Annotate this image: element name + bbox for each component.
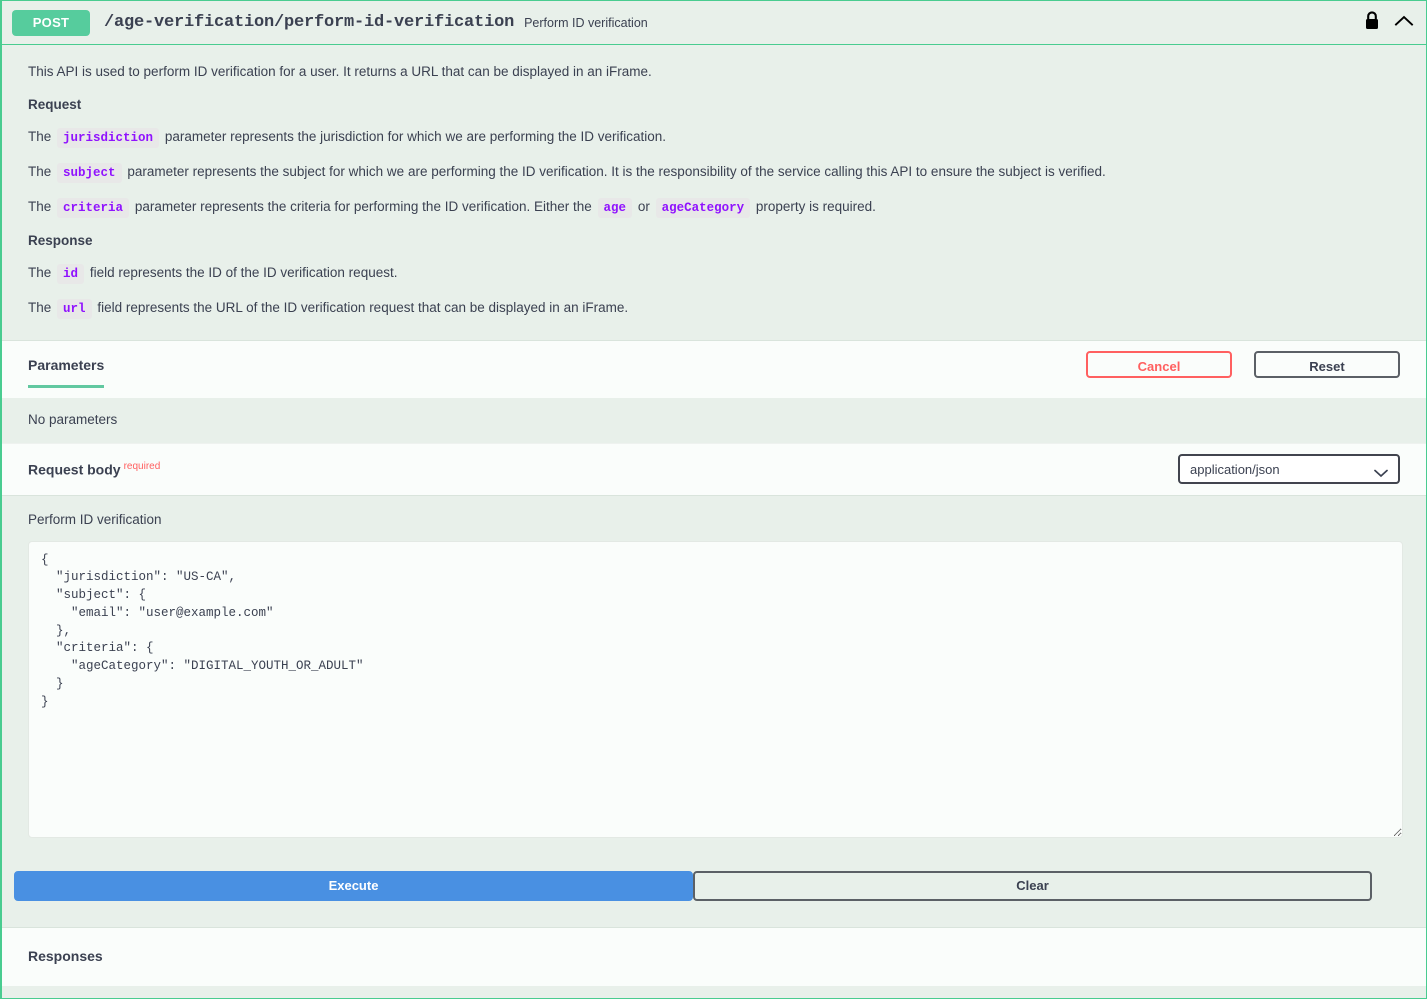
description-url-line: The url field represents the URL of the … (28, 298, 1400, 319)
code-subject: subject (57, 163, 122, 184)
description-response-heading: Response (28, 232, 93, 248)
execute-button-row: Execute Clear (2, 837, 1426, 927)
http-method-badge: POST (12, 9, 90, 36)
code-agecategory: ageCategory (655, 197, 751, 218)
operation-description: This API is used to perform ID verificat… (2, 45, 1426, 340)
description-intro: This API is used to perform ID verificat… (28, 64, 652, 79)
cancel-button[interactable]: Cancel (1086, 350, 1232, 378)
url-suffix: field represents the URL of the ID verif… (97, 299, 629, 315)
clear-button[interactable]: Clear (693, 870, 1372, 901)
description-criteria-line: The criteria parameter represents the cr… (28, 197, 1400, 218)
code-id: id (57, 263, 85, 284)
no-parameters-message: No parameters (2, 397, 1426, 443)
id-prefix: The (28, 264, 52, 280)
request-body-textarea[interactable]: { "jurisdiction": "US-CA", "subject": { … (28, 540, 1403, 838)
lock-icon[interactable] (1364, 10, 1380, 35)
chevron-up-icon[interactable] (1394, 14, 1414, 32)
criteria-suffix: property is required. (755, 198, 876, 214)
tab-parameters[interactable]: Parameters (28, 357, 105, 388)
request-body-header: Request body required application/json (2, 442, 1426, 495)
operation-block: POST /age-verification/perform-id-verifi… (0, 0, 1427, 999)
code-jurisdiction: jurisdiction (57, 128, 160, 149)
code-url: url (57, 298, 92, 319)
content-type-select-wrapper[interactable]: application/json (1178, 454, 1400, 485)
jurisdiction-suffix: parameter represents the jurisdiction fo… (164, 129, 667, 145)
content-type-select[interactable]: application/json (1178, 454, 1400, 485)
summary-icon-group (1364, 10, 1414, 35)
criteria-prefix: The (28, 198, 52, 214)
required-badge: required (123, 460, 161, 472)
operation-summary-text: Perform ID verification (524, 15, 648, 30)
parameters-action-buttons: Cancel Reset (1086, 350, 1400, 378)
execute-button[interactable]: Execute (14, 870, 693, 901)
description-request-heading: Request (28, 97, 82, 113)
request-body-editor-section: Perform ID verification { "jurisdiction"… (2, 494, 1426, 838)
url-prefix: The (28, 299, 52, 315)
description-jurisdiction-line: The jurisdiction parameter represents th… (28, 128, 1400, 149)
subject-suffix: parameter represents the subject for whi… (127, 164, 1106, 180)
request-body-title: Request body required (28, 461, 160, 478)
criteria-middle: parameter represents the criteria for pe… (134, 198, 592, 214)
description-subject-line: The subject parameter represents the sub… (28, 163, 1400, 184)
criteria-or: or (637, 198, 650, 214)
responses-title: Responses (28, 947, 103, 964)
request-body-schema-label: Perform ID verification (28, 511, 162, 527)
reset-button[interactable]: Reset (1254, 350, 1400, 378)
operation-summary-header[interactable]: POST /age-verification/perform-id-verifi… (2, 1, 1426, 45)
parameters-section-header: Parameters Cancel Reset (2, 339, 1426, 398)
subject-prefix: The (28, 164, 52, 180)
id-suffix: field represents the ID of the ID verifi… (89, 264, 398, 280)
jurisdiction-prefix: The (28, 129, 52, 145)
code-criteria: criteria (57, 197, 130, 218)
description-id-line: The id field represents the ID of the ID… (28, 263, 1400, 284)
responses-section: Responses (2, 926, 1426, 986)
code-age: age (597, 197, 633, 218)
request-body-label: Request body (28, 461, 121, 478)
operation-path: /age-verification/perform-id-verificatio… (104, 13, 515, 32)
